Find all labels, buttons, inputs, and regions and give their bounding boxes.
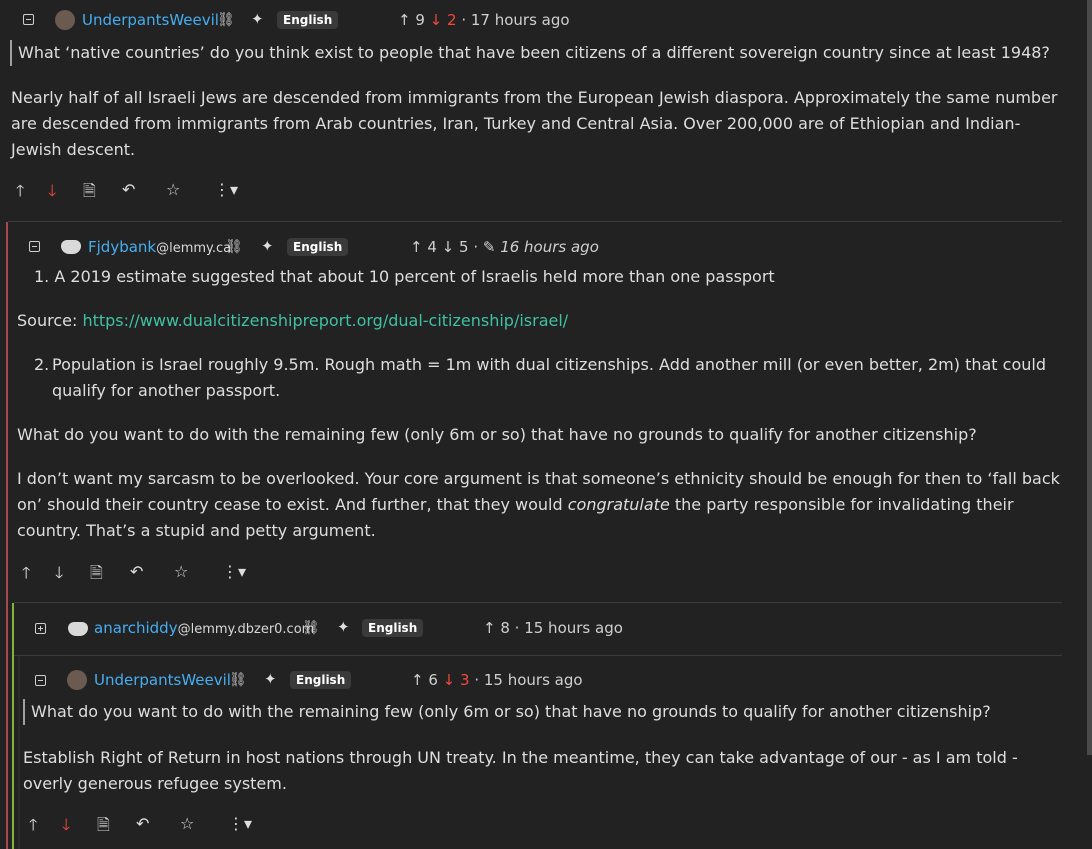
comment-body: Nearly half of all Israeli Jews are desc…: [11, 88, 1058, 159]
username-link[interactable]: Fjdybank@lemmy.ca: [88, 238, 231, 256]
expand-button[interactable]: [35, 623, 46, 634]
save-star-icon[interactable]: ☆: [180, 814, 194, 833]
upvote-icon[interactable]: 🡑: [22, 562, 30, 589]
upvote-icon[interactable]: 🡑: [29, 814, 37, 841]
language-badge: English: [290, 671, 352, 689]
rainbow-star-icon: ✦: [337, 618, 350, 636]
quote-block: What do you want to do with the remainin…: [23, 699, 1071, 725]
comment-paragraph: I don’t want my sarcasm to be overlooked…: [17, 469, 1060, 540]
view-source-icon[interactable]: 🗎: [90, 562, 103, 589]
score: ↑ 8 · 15 hours ago: [483, 619, 623, 637]
language-badge: English: [362, 619, 424, 637]
avatar[interactable]: [61, 240, 81, 254]
more-options-icon[interactable]: ⋮▾: [214, 180, 238, 199]
username-link[interactable]: UnderpantsWeevil: [82, 11, 219, 29]
rainbow-star-icon: ✦: [264, 670, 277, 688]
comment-paragraph: What do you want to do with the remainin…: [17, 425, 977, 444]
comment-body: Establish Right of Return in host nation…: [23, 748, 1018, 793]
reply-icon[interactable]: ↶: [130, 562, 143, 581]
score: ↑ 4 ↓ 5 · ✎ 16 hours ago: [410, 238, 599, 256]
collapse-button[interactable]: [23, 14, 34, 25]
view-source-icon[interactable]: 🗎: [97, 814, 110, 841]
score: ↑ 6 ↓ 3 · 15 hours ago: [411, 671, 583, 689]
save-star-icon[interactable]: ☆: [166, 180, 180, 199]
upvote-icon[interactable]: 🡑: [16, 180, 24, 207]
thread-line[interactable]: [18, 656, 20, 849]
scrollbar[interactable]: [1087, 0, 1092, 755]
avatar[interactable]: [67, 670, 87, 690]
language-badge: English: [277, 11, 339, 29]
collapse-button[interactable]: [29, 241, 40, 252]
link-icon[interactable]: ⛓: [229, 672, 247, 688]
downvote-icon[interactable]: 🡓: [48, 180, 56, 207]
language-badge: English: [287, 238, 349, 256]
source-link[interactable]: https://www.dualcitizenshipreport.org/du…: [82, 311, 568, 330]
thread-line[interactable]: [12, 603, 14, 849]
save-star-icon[interactable]: ☆: [174, 562, 188, 581]
link-icon[interactable]: ⛓: [225, 239, 243, 255]
rainbow-star-icon: ✦: [261, 237, 274, 255]
list-item: 2. Population is Israel roughly 9.5m. Ro…: [34, 355, 1046, 400]
avatar[interactable]: [68, 622, 88, 636]
reply-icon[interactable]: ↶: [122, 180, 135, 199]
reply-icon[interactable]: ↶: [136, 814, 149, 833]
rainbow-star-icon: ✦: [251, 10, 264, 28]
link-icon[interactable]: ⛓: [302, 620, 320, 636]
username-link[interactable]: UnderpantsWeevil: [94, 671, 231, 689]
view-source-icon[interactable]: 🗎: [83, 180, 96, 207]
divider: [8, 221, 1062, 222]
more-options-icon[interactable]: ⋮▾: [228, 814, 252, 833]
divider: [14, 602, 1062, 603]
downvote-icon[interactable]: 🡓: [62, 814, 70, 841]
username-link[interactable]: anarchiddy@lemmy.dbzer0.com: [94, 619, 314, 637]
avatar[interactable]: [55, 10, 75, 30]
more-options-icon[interactable]: ⋮▾: [222, 562, 246, 581]
source-line: Source: https://www.dualcitizenshiprepor…: [17, 311, 569, 330]
score: ↑ 9 ↓ 2 · 17 hours ago: [398, 11, 570, 29]
collapse-button[interactable]: [35, 675, 46, 686]
downvote-icon[interactable]: 🡓: [55, 562, 63, 589]
thread-line[interactable]: [6, 222, 8, 849]
quote-block: What ‘native countries’ do you think exi…: [10, 40, 1078, 66]
divider: [14, 655, 1062, 656]
list-item: 1. A 2019 estimate suggested that about …: [34, 267, 775, 286]
link-icon[interactable]: ⛓: [217, 12, 235, 28]
